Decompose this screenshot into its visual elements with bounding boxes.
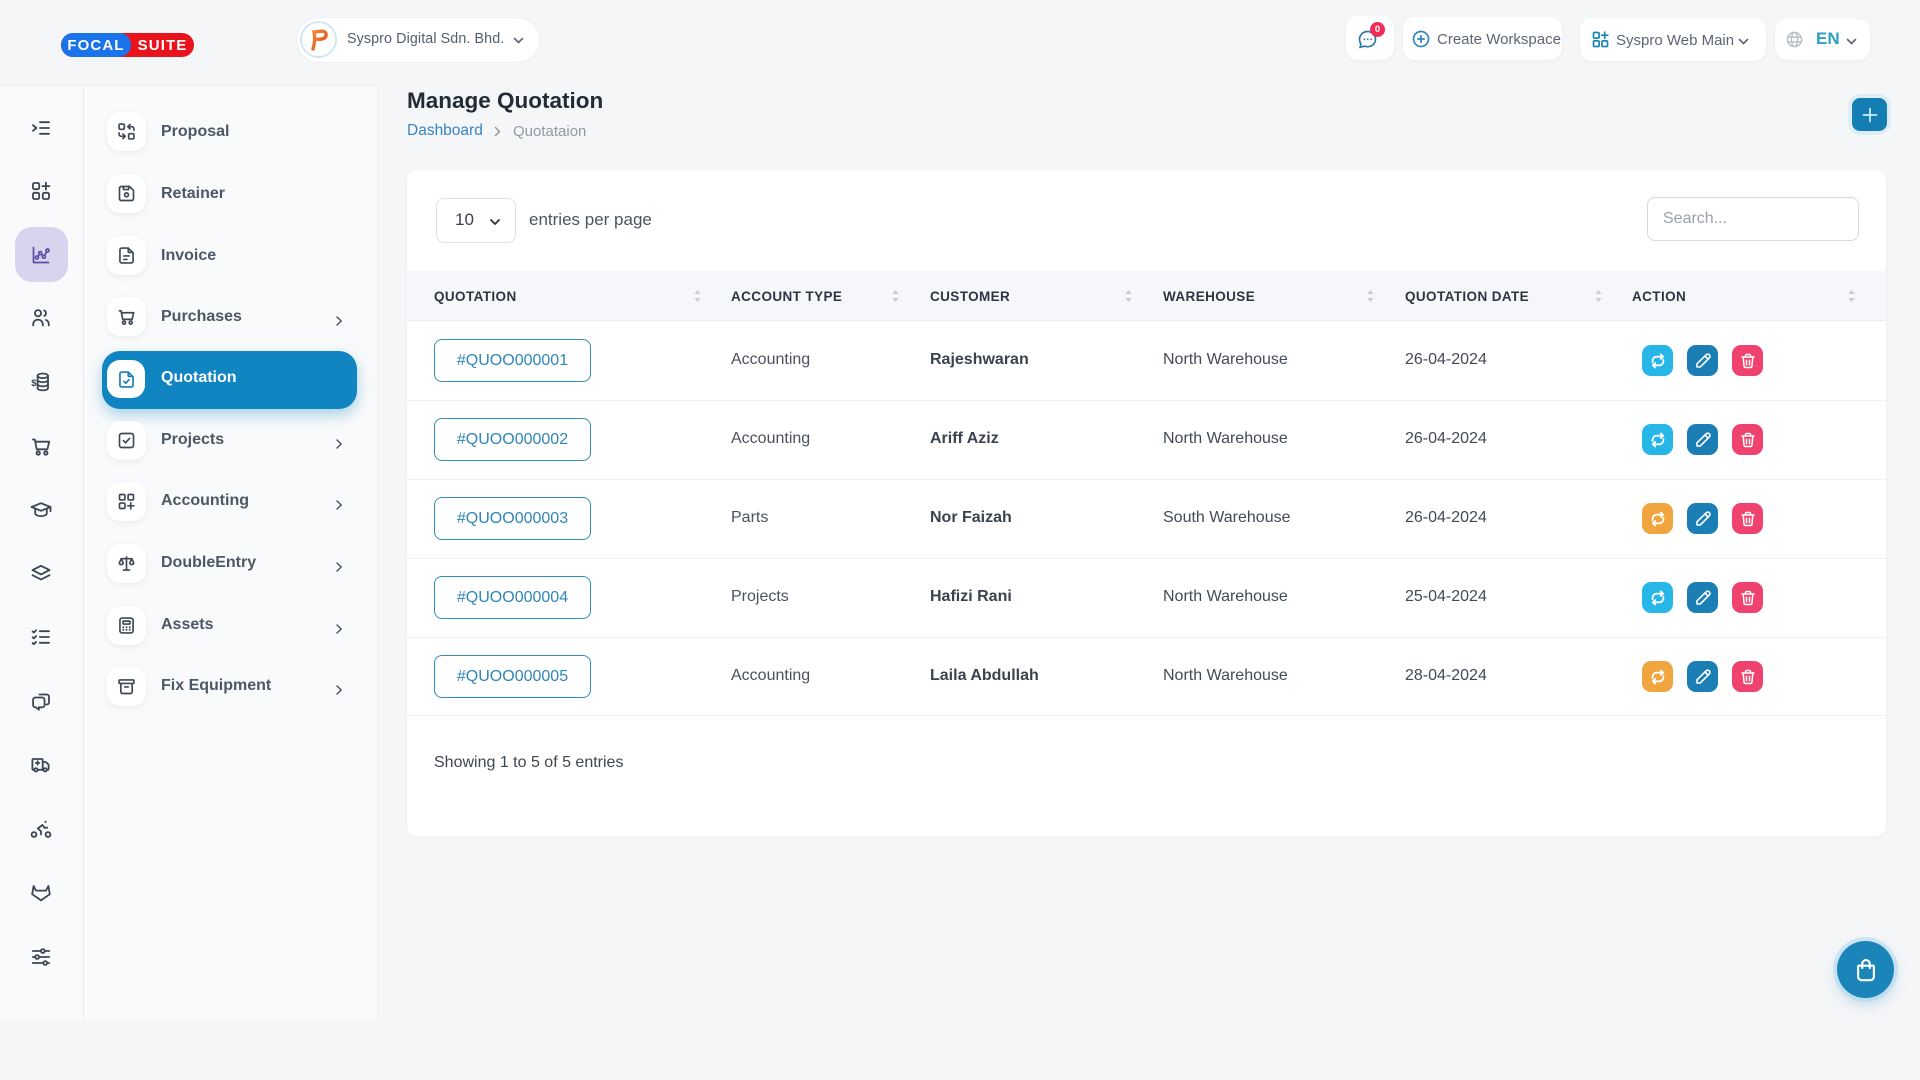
svg-text:$: $ bbox=[31, 378, 37, 389]
